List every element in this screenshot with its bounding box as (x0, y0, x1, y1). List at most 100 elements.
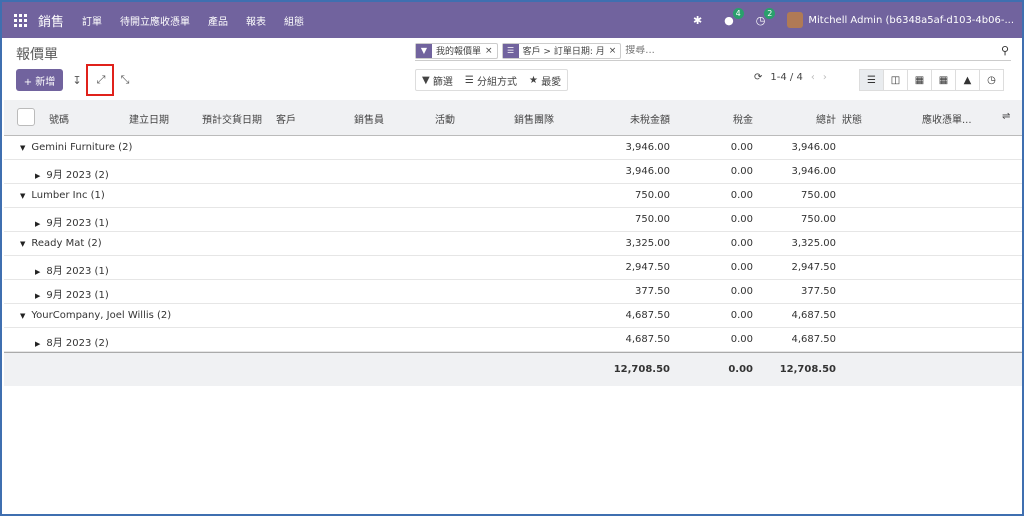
group-name: 9月 2023 (2) (46, 170, 109, 181)
group-name: Gemini Furniture (2) (31, 142, 133, 153)
facet-groupby[interactable]: ☰ 客戶 > 訂單日期: 月 × (501, 42, 622, 59)
favorites-dropdown[interactable]: ★ 最愛 (523, 70, 567, 90)
filter-dropdown[interactable]: ▼ 篩選 (416, 70, 459, 90)
caret-down-icon: ▼ (20, 240, 26, 248)
untaxed-cell: 3,946.00 (625, 166, 670, 177)
calendar-view-icon[interactable]: ▦ (907, 69, 932, 91)
group-label: ▶ 9月 2023 (2) (35, 166, 109, 181)
menu-configuration[interactable]: 組態 (284, 13, 304, 28)
view-switcher: ☰ ◫ ▦ ▦ ▲ ◷ (859, 69, 1004, 91)
col-delivery-date[interactable]: 預計交貨日期 (202, 111, 262, 126)
untaxed-cell: 3,325.00 (625, 238, 670, 249)
menu-reporting[interactable]: 報表 (246, 13, 266, 28)
table-footer: 12,708.50 0.00 12,708.50 (4, 352, 1022, 386)
menu-orders[interactable]: 訂單 (82, 13, 102, 28)
search-input[interactable] (625, 45, 966, 56)
group-row[interactable]: ▼ Ready Mat (2) 3,325.00 0.00 3,325.00 (4, 232, 1022, 256)
col-activities[interactable]: 活動 (435, 111, 455, 126)
group-label: ▶ 9月 2023 (1) (35, 214, 109, 229)
group-name: 8月 2023 (2) (46, 338, 109, 349)
group-name: Lumber Inc (1) (31, 190, 105, 201)
caret-right-icon: ▶ (35, 340, 41, 348)
col-salesperson[interactable]: 銷售員 (354, 111, 384, 126)
group-name: YourCompany, Joel Willis (2) (31, 310, 172, 321)
groupby-dropdown[interactable]: ☰ 分組方式 (459, 70, 523, 90)
subgroup-row[interactable]: ▶ 8月 2023 (1) 2,947.50 0.00 2,947.50 (4, 256, 1022, 280)
total-untaxed: 12,708.50 (613, 364, 670, 375)
pager-previous-icon[interactable]: ‹ (811, 72, 815, 83)
col-untaxed[interactable]: 未稅金額 (630, 111, 670, 126)
group-row[interactable]: ▼ Lumber Inc (1) 750.00 0.00 750.00 (4, 184, 1022, 208)
pager: ⟳ 1-4 / 4 ‹ › (754, 72, 835, 83)
untaxed-cell: 750.00 (635, 190, 670, 201)
subgroup-row[interactable]: ▶ 9月 2023 (2) 3,946.00 0.00 3,946.00 (4, 160, 1022, 184)
download-icon[interactable]: ↧ (66, 69, 88, 91)
col-tax[interactable]: 稅金 (733, 111, 753, 126)
col-creation-date[interactable]: 建立日期 (129, 111, 169, 126)
collapse-icon[interactable]: ⤡ (114, 69, 136, 91)
activities-badge: 2 (764, 7, 776, 19)
close-icon[interactable]: × (609, 46, 621, 56)
caret-right-icon: ▶ (35, 172, 41, 180)
caret-down-icon: ▼ (20, 144, 26, 152)
untaxed-cell: 750.00 (635, 214, 670, 225)
col-sales-team[interactable]: 銷售團隊 (514, 111, 554, 126)
kanban-view-icon[interactable]: ◫ (883, 69, 908, 91)
caret-right-icon: ▶ (35, 220, 41, 228)
pager-next-icon[interactable]: › (823, 72, 827, 83)
column-settings-icon[interactable]: ⇌ (1002, 111, 1010, 122)
menu-to-invoice[interactable]: 待開立應收憑單 (120, 13, 190, 28)
user-menu[interactable]: Mitchell Admin (b6348a5af-d103-4b06-... (808, 15, 1014, 26)
subgroup-row[interactable]: ▶ 9月 2023 (1) 377.50 0.00 377.50 (4, 280, 1022, 304)
subgroup-row[interactable]: ▶ 9月 2023 (1) 750.00 0.00 750.00 (4, 208, 1022, 232)
activity-view-icon[interactable]: ◷ (979, 69, 1004, 91)
facet-my-quotations[interactable]: ▼ 我的報價單 × (415, 42, 498, 59)
tax-cell: 0.00 (730, 166, 753, 177)
tax-cell: 0.00 (730, 286, 753, 297)
untaxed-cell: 377.50 (635, 286, 670, 297)
messages-icon[interactable]: ● 4 (724, 7, 744, 27)
list-table: 號碼 建立日期 預計交貨日期 客戶 銷售員 活動 銷售團隊 未稅金額 稅金 總計… (4, 100, 1022, 386)
apps-menu-icon[interactable] (2, 2, 38, 38)
graph-view-icon[interactable]: ▲ (955, 69, 980, 91)
total-cell: 750.00 (801, 214, 836, 225)
col-status[interactable]: 狀態 (842, 111, 862, 126)
user-avatar[interactable] (787, 12, 804, 28)
caret-right-icon: ▶ (35, 292, 41, 300)
col-total[interactable]: 總計 (816, 111, 836, 126)
caret-down-icon: ▼ (20, 312, 26, 320)
subgroup-row[interactable]: ▶ 8月 2023 (2) 4,687.50 0.00 4,687.50 (4, 328, 1022, 352)
close-icon[interactable]: × (485, 46, 497, 56)
filter-label: 篩選 (432, 76, 453, 88)
group-name: Ready Mat (2) (31, 238, 102, 249)
debug-bug-icon[interactable]: ✱ (693, 14, 702, 27)
app-brand[interactable]: 銷售 (38, 11, 64, 30)
menu-products[interactable]: 產品 (208, 13, 228, 28)
tax-cell: 0.00 (730, 262, 753, 273)
total-cell: 3,325.00 (791, 238, 836, 249)
list-view-icon[interactable]: ☰ (859, 69, 884, 91)
new-button[interactable]: + 新增 (16, 69, 63, 91)
total-cell: 750.00 (801, 190, 836, 201)
total-cell: 3,946.00 (791, 166, 836, 177)
highlight-frame (86, 64, 114, 96)
group-row[interactable]: ▼ YourCompany, Joel Willis (2) 4,687.50 0.0… (4, 304, 1022, 328)
pivot-view-icon[interactable]: ▦ (931, 69, 956, 91)
untaxed-cell: 3,946.00 (625, 142, 670, 153)
select-all-checkbox[interactable] (17, 108, 35, 126)
filter-icon: ▼ (416, 43, 432, 58)
search-icon[interactable]: ⚲ (1001, 44, 1009, 57)
col-invoice-status[interactable]: 應收憑單... (922, 111, 972, 126)
total-cell: 2,947.50 (791, 262, 836, 273)
refresh-icon[interactable]: ⟳ (754, 72, 762, 83)
caret-right-icon: ▶ (35, 268, 41, 276)
pager-value[interactable]: 1-4 / 4 (770, 72, 802, 83)
col-number[interactable]: 號碼 (49, 111, 69, 126)
col-customer[interactable]: 客戶 (276, 111, 296, 126)
group-row[interactable]: ▼ Gemini Furniture (2) 3,946.00 0.00 3,946.0… (4, 136, 1022, 160)
activities-clock-icon[interactable]: ◷ 2 (756, 7, 776, 27)
page-title: 報價單 (16, 47, 58, 63)
total-cell: 3,946.00 (791, 142, 836, 153)
group-name: 8月 2023 (1) (46, 266, 109, 277)
table-header: 號碼 建立日期 預計交貨日期 客戶 銷售員 活動 銷售團隊 未稅金額 稅金 總計… (4, 100, 1022, 136)
